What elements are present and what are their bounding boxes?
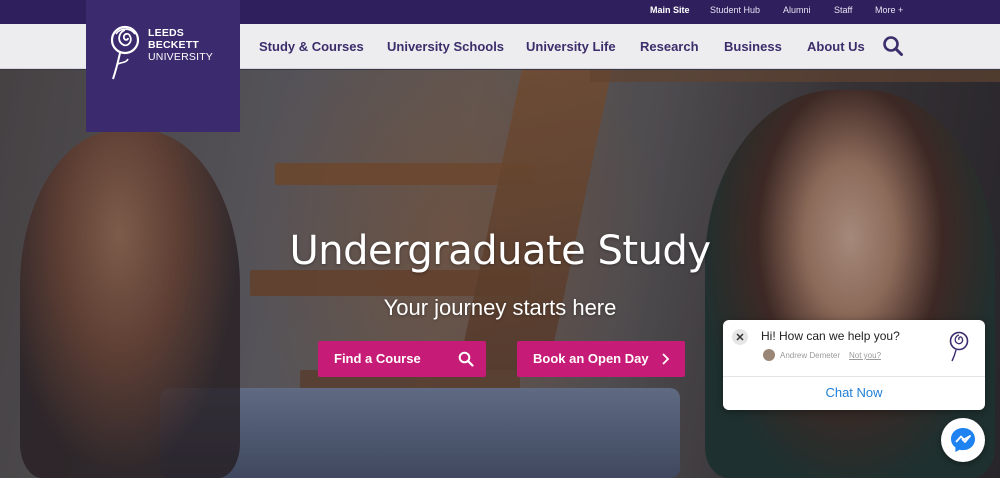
book-open-day-button[interactable]: Book an Open Day — [517, 341, 685, 377]
find-course-label: Find a Course — [334, 351, 421, 366]
utility-link-more[interactable]: More + — [875, 5, 903, 15]
nav-item-study-courses[interactable]: Study & Courses — [259, 39, 364, 54]
university-logo[interactable]: LEEDS BECKETT UNIVERSITY — [86, 0, 240, 132]
hero-subtitle: Your journey starts here — [383, 295, 617, 320]
rose-logo-icon — [110, 25, 140, 80]
logo-text-beckett: BECKETT — [148, 39, 199, 51]
book-open-day-label: Book an Open Day — [533, 351, 649, 366]
nav-item-university-life[interactable]: University Life — [526, 39, 616, 54]
agent-avatar — [763, 349, 775, 361]
logo-text-university: UNIVERSITY — [148, 51, 214, 63]
nav-item-university-schools[interactable]: University Schools — [387, 39, 504, 54]
messenger-button[interactable] — [941, 418, 985, 462]
search-icon[interactable] — [882, 35, 904, 57]
find-course-button[interactable]: Find a Course — [318, 341, 486, 377]
not-you-link[interactable]: Not you? — [849, 351, 881, 360]
messenger-icon — [951, 428, 975, 452]
chat-greeting: Hi! How can we help you? — [761, 329, 900, 343]
chat-divider — [723, 376, 985, 377]
chat-now-button[interactable]: Chat Now — [723, 385, 985, 400]
nav-item-about-us[interactable]: About Us — [807, 39, 865, 54]
agent-name: Andrew Demeter — [780, 351, 841, 360]
hero-title: Undergraduate Study — [289, 228, 711, 274]
utility-link-alumni[interactable]: Alumni — [783, 5, 811, 15]
utility-link-staff[interactable]: Staff — [834, 5, 852, 15]
chat-widget: Hi! How can we help you? Andrew Demeter … — [723, 320, 985, 410]
nav-item-research[interactable]: Research — [640, 39, 699, 54]
logo-text-leeds: LEEDS — [148, 27, 185, 39]
search-icon — [458, 351, 474, 367]
rose-logo-icon — [949, 331, 969, 362]
nav-item-business[interactable]: Business — [724, 39, 782, 54]
utility-link-student-hub[interactable]: Student Hub — [710, 5, 760, 15]
chevron-right-icon — [662, 353, 670, 365]
close-icon[interactable] — [732, 329, 748, 345]
utility-link-main-site[interactable]: Main Site — [650, 5, 690, 15]
